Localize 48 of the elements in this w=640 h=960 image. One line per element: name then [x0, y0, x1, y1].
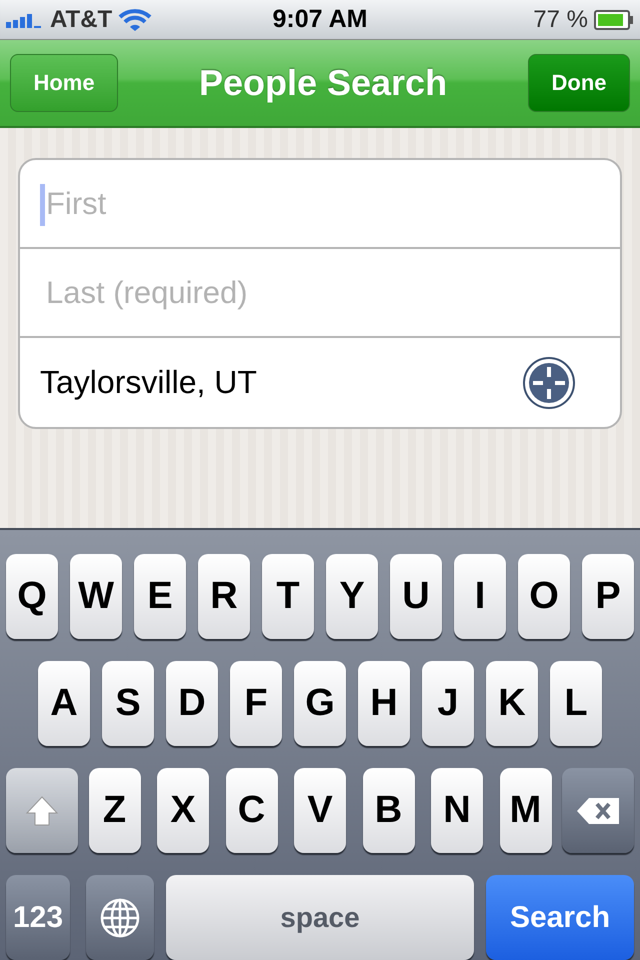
letter-key[interactable]: U [390, 554, 442, 639]
wifi-icon [118, 8, 152, 32]
letter-key[interactable]: O [518, 554, 570, 639]
letter-key[interactable]: N [431, 768, 483, 853]
letter-key[interactable]: F [230, 661, 282, 746]
backspace-key[interactable] [562, 768, 634, 853]
globe-icon [99, 896, 141, 938]
placeholder-text: First [45, 186, 106, 222]
space-key[interactable]: space [166, 875, 474, 960]
letter-key[interactable]: C [226, 768, 278, 853]
letter-key[interactable]: W [70, 554, 122, 639]
crosshair-icon[interactable] [522, 356, 576, 410]
letter-key[interactable]: V [294, 768, 346, 853]
globe-key[interactable] [86, 875, 154, 960]
letter-key[interactable]: B [362, 768, 414, 853]
letter-key[interactable]: H [358, 661, 410, 746]
carrier-name: AT&T [50, 6, 112, 34]
letter-key[interactable]: Q [6, 554, 58, 639]
shift-key[interactable] [6, 768, 78, 853]
letter-key[interactable]: P [582, 554, 634, 639]
letter-key[interactable]: L [550, 661, 602, 746]
numbers-key[interactable]: 123 [6, 875, 70, 960]
done-button[interactable]: Done [528, 54, 630, 112]
letter-key[interactable]: D [166, 661, 218, 746]
shift-arrow-icon [25, 794, 59, 826]
letter-key[interactable]: X [157, 768, 209, 853]
letter-key[interactable]: J [422, 661, 474, 746]
placeholder-text: Last (required) [45, 274, 248, 310]
letter-key[interactable]: Z [88, 768, 140, 853]
backspace-icon [575, 796, 621, 826]
signal-icon [6, 12, 44, 28]
letter-key[interactable]: T [262, 554, 314, 639]
battery-percent: 77 % [533, 6, 588, 34]
letter-key[interactable]: I [454, 554, 506, 639]
letter-key[interactable]: Y [326, 554, 378, 639]
battery-icon [594, 10, 634, 30]
letter-key[interactable]: M [500, 768, 552, 853]
page-title: People Search [198, 62, 448, 104]
location-field[interactable]: Taylorsville, UT [20, 338, 620, 427]
clock-time: 9:07 AM [272, 5, 368, 34]
letter-key[interactable]: E [134, 554, 186, 639]
letter-key[interactable]: S [102, 661, 154, 746]
letter-key[interactable]: G [294, 661, 346, 746]
search-key[interactable]: Search [486, 875, 634, 960]
letter-key[interactable]: K [486, 661, 538, 746]
letter-key[interactable]: R [198, 554, 250, 639]
letter-key[interactable]: A [38, 661, 90, 746]
location-text: Taylorsville, UT [40, 364, 257, 401]
